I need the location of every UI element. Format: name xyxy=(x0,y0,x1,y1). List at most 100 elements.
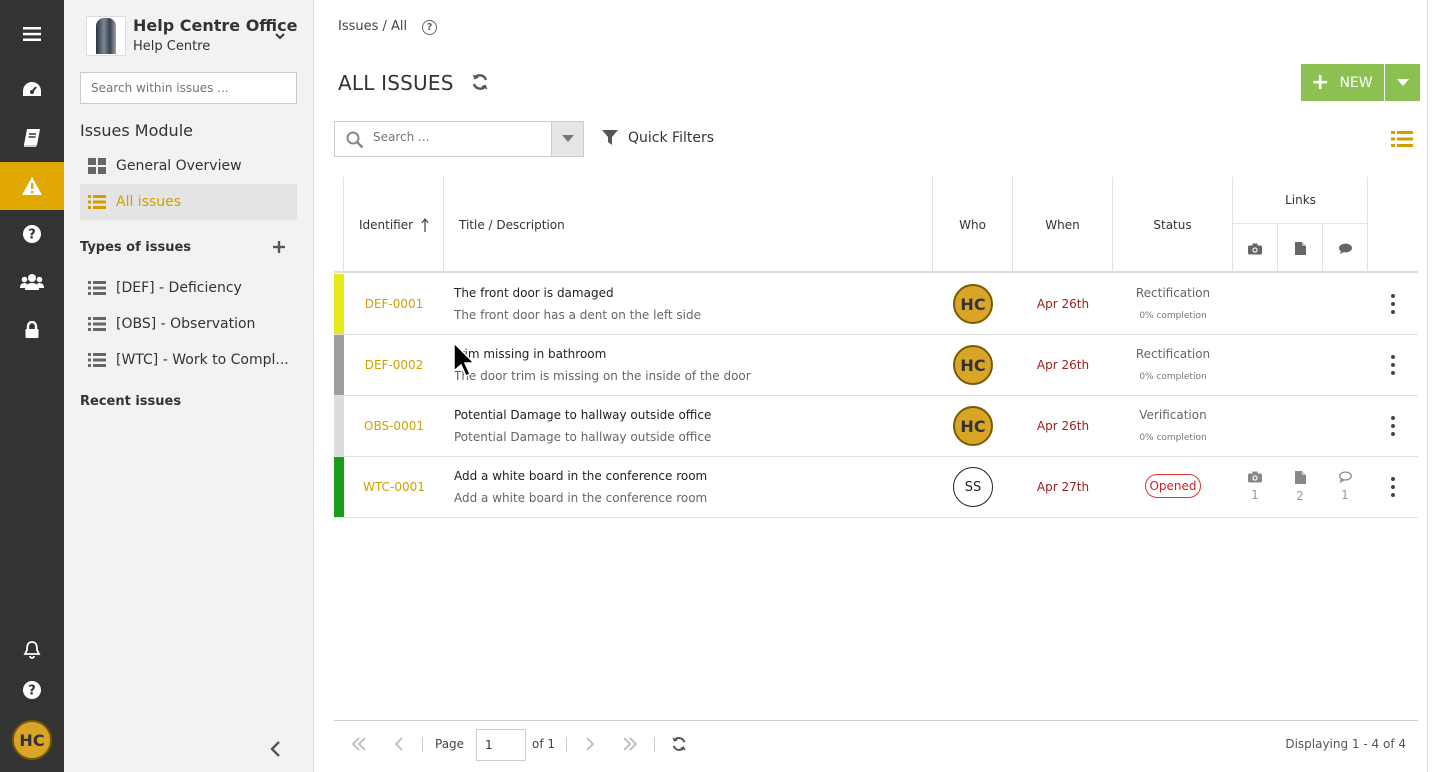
issue-completion: 0% completion xyxy=(1139,372,1207,382)
last-page-icon[interactable] xyxy=(621,736,639,752)
list-view-icon[interactable] xyxy=(1391,130,1413,148)
list-icon xyxy=(88,194,108,210)
nav-general-overview[interactable]: General Overview xyxy=(80,148,297,184)
nav-all-issues[interactable]: All issues xyxy=(80,184,297,220)
comment-link[interactable]: 1 xyxy=(1335,471,1355,502)
type-item-wtc[interactable]: [WTC] - Work to Compl... xyxy=(80,342,297,378)
issue-title[interactable]: Add a white board in the conference room xyxy=(454,469,707,483)
assignee-avatar[interactable]: HC xyxy=(953,284,993,324)
issue-title[interactable]: Potential Damage to hallway outside offi… xyxy=(454,408,711,422)
project-subtitle: Help Centre xyxy=(133,39,211,54)
type-item-def[interactable]: [DEF] - Deficiency xyxy=(80,270,297,306)
issue-title[interactable]: The front door is damaged xyxy=(454,286,614,300)
type-item-obs[interactable]: [OBS] - Observation xyxy=(80,306,297,342)
new-button-label: NEW xyxy=(1339,74,1373,91)
hamburger-menu-icon[interactable] xyxy=(0,10,64,58)
col-when[interactable]: When xyxy=(1012,177,1112,273)
assignee-avatar[interactable]: SS xyxy=(953,467,993,507)
issue-description: Add a white board in the conference room xyxy=(454,491,708,505)
row-menu-icon[interactable] xyxy=(1389,477,1397,497)
pager-refresh-icon[interactable] xyxy=(670,736,688,752)
col-title-label: Title / Description xyxy=(459,218,565,232)
table-row[interactable]: DEF-0002 Trim missing in bathroom The do… xyxy=(334,335,1418,396)
issue-status: Verification xyxy=(1139,408,1207,422)
issue-description: The front door has a dent on the left si… xyxy=(454,308,701,322)
new-dropdown-button[interactable] xyxy=(1385,64,1420,101)
col-comments[interactable] xyxy=(1322,224,1367,273)
help-bottom-icon[interactable]: ? xyxy=(0,666,64,714)
status-badge: Opened xyxy=(1145,474,1201,498)
lock-icon[interactable] xyxy=(0,306,64,354)
collapse-panel-icon[interactable] xyxy=(268,740,284,758)
col-identifier-label: Identifier xyxy=(359,218,414,232)
col-links: Links xyxy=(1232,177,1368,224)
col-status-label: Status xyxy=(1153,218,1192,232)
col-title[interactable]: Title / Description xyxy=(443,177,933,273)
issue-identifier[interactable]: WTC-0001 xyxy=(344,457,444,517)
issues-side-panel: Help Centre Office Help Centre Issues Mo… xyxy=(64,0,314,772)
caret-down-icon xyxy=(561,135,574,142)
assignee-avatar[interactable]: HC xyxy=(953,406,993,446)
breadcrumb[interactable]: Issues / All xyxy=(338,19,407,34)
scrollbar-edge xyxy=(1427,0,1428,772)
module-title: Issues Module xyxy=(80,121,193,140)
refresh-icon[interactable] xyxy=(471,73,489,91)
row-menu-icon[interactable] xyxy=(1389,355,1397,375)
recent-issues-heading: Recent issues xyxy=(80,394,182,409)
add-type-icon[interactable] xyxy=(273,241,285,253)
search-options-button[interactable] xyxy=(551,121,584,157)
search-icon xyxy=(346,131,364,149)
help-circle-icon[interactable]: ? xyxy=(0,210,64,258)
next-page-icon[interactable] xyxy=(581,736,599,752)
comment-icon xyxy=(1338,471,1352,484)
col-status[interactable]: Status xyxy=(1112,177,1232,273)
chevron-down-icon[interactable] xyxy=(274,30,286,42)
project-thumbnail[interactable] xyxy=(86,16,126,56)
previous-page-icon[interactable] xyxy=(390,736,408,752)
list-icon xyxy=(88,280,108,296)
table-row[interactable]: WTC-0001 Add a white board in the confer… xyxy=(334,457,1418,518)
users-group-icon[interactable] xyxy=(0,258,64,306)
quick-filters-button[interactable]: Quick Filters xyxy=(602,130,714,146)
quick-filters-label: Quick Filters xyxy=(628,130,715,146)
help-question-icon[interactable]: ? xyxy=(422,20,437,35)
search-input[interactable] xyxy=(373,130,543,144)
project-name[interactable]: Help Centre Office xyxy=(133,16,297,35)
issue-identifier[interactable]: DEF-0001 xyxy=(344,274,444,334)
col-photos[interactable] xyxy=(1232,224,1277,273)
issues-search-input[interactable] xyxy=(80,72,297,104)
table-row[interactable]: DEF-0001 The front door is damaged The f… xyxy=(334,274,1418,335)
document-link[interactable]: 2 xyxy=(1290,471,1310,503)
nav-label: General Overview xyxy=(116,158,242,174)
svg-text:?: ? xyxy=(28,228,36,243)
warning-issues-icon[interactable] xyxy=(0,162,64,210)
document-icon xyxy=(1294,242,1306,255)
table-search[interactable] xyxy=(334,121,552,157)
issue-title[interactable]: Trim missing in bathroom xyxy=(454,347,606,361)
book-icon[interactable] xyxy=(0,114,64,162)
page-number-input[interactable] xyxy=(476,729,526,761)
issue-identifier[interactable]: DEF-0002 xyxy=(344,335,444,395)
new-issue-button[interactable]: + NEW xyxy=(1301,64,1384,101)
pager-divider xyxy=(654,737,655,752)
dashboard-gauge-icon[interactable] xyxy=(0,66,64,114)
first-page-icon[interactable] xyxy=(350,736,368,752)
column-divider xyxy=(1367,177,1368,273)
table-row[interactable]: OBS-0001 Potential Damage to hallway out… xyxy=(334,396,1418,457)
types-of-issues-heading: Types of issues xyxy=(80,240,192,255)
list-icon xyxy=(88,316,108,332)
svg-text:?: ? xyxy=(28,684,36,699)
camera-icon xyxy=(1248,471,1262,483)
col-who[interactable]: Who xyxy=(932,177,1012,273)
comment-icon xyxy=(1338,243,1352,254)
col-documents[interactable] xyxy=(1277,224,1322,273)
issue-identifier[interactable]: OBS-0001 xyxy=(344,396,444,456)
building-image xyxy=(96,18,116,54)
row-menu-icon[interactable] xyxy=(1389,294,1397,314)
photo-link[interactable]: 1 xyxy=(1245,471,1265,502)
row-color-stripe xyxy=(334,274,344,334)
row-menu-icon[interactable] xyxy=(1389,416,1397,436)
assignee-avatar[interactable]: HC xyxy=(953,345,993,385)
col-identifier[interactable]: Identifier xyxy=(343,177,443,273)
user-avatar[interactable]: HC xyxy=(12,720,52,760)
